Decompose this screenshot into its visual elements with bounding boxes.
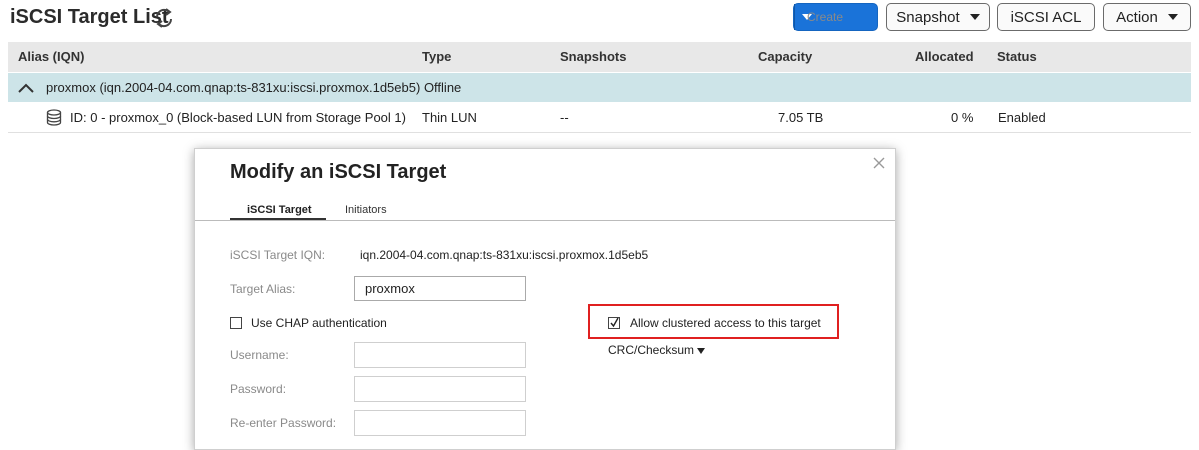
tab-iscsi-target[interactable]: iSCSI Target xyxy=(247,204,312,216)
snapshot-button-label: Snapshot xyxy=(896,8,960,26)
reenter-password-field[interactable] xyxy=(354,410,526,436)
cluster-label[interactable]: Allow clustered access to this target xyxy=(630,316,821,330)
check-icon xyxy=(610,317,619,328)
lun-alias: ID: 0 - proxmox_0 (Block-based LUN from … xyxy=(70,110,406,125)
create-button[interactable]: Create xyxy=(793,3,878,31)
chevron-up-icon[interactable] xyxy=(18,82,34,94)
column-header-type[interactable]: Type xyxy=(422,42,451,72)
tab-initiators[interactable]: Initiators xyxy=(345,204,387,216)
create-button-label: Create xyxy=(807,10,844,24)
reenter-password-label: Re-enter Password: xyxy=(230,416,337,430)
target-alias: proxmox (iqn.2004-04.com.qnap:ts-831xu:i… xyxy=(46,80,421,95)
chevron-down-icon xyxy=(697,347,706,354)
lun-capacity: 7.05 TB xyxy=(778,110,824,125)
password-label: Password: xyxy=(230,382,287,396)
lun-snapshots: -- xyxy=(560,110,569,125)
close-icon[interactable] xyxy=(871,155,887,171)
target-group-label: proxmox (iqn.2004-04.com.qnap:ts-831xu:i… xyxy=(46,73,461,102)
iscsi-acl-button-label: iSCSI ACL xyxy=(1010,8,1082,26)
chap-checkbox[interactable] xyxy=(230,317,242,329)
password-field[interactable] xyxy=(354,376,526,402)
lun-status: Enabled xyxy=(998,110,1046,125)
username-field[interactable] xyxy=(354,342,526,368)
refresh-icon[interactable] xyxy=(152,6,176,30)
table-row[interactable]: ID: 0 - proxmox_0 (Block-based LUN from … xyxy=(8,103,1191,133)
alias-label: Target Alias: xyxy=(230,282,296,296)
snapshot-button[interactable]: Snapshot xyxy=(886,3,990,31)
lun-allocated: 0 % xyxy=(951,110,974,125)
page-title: iSCSI Target List xyxy=(10,6,169,28)
alias-input[interactable] xyxy=(354,276,526,301)
crc-checksum-label: CRC/Checksum xyxy=(608,343,695,357)
chevron-down-icon xyxy=(969,14,980,20)
column-header-allocated[interactable]: Allocated xyxy=(915,42,974,72)
action-button[interactable]: Action xyxy=(1103,3,1191,31)
crc-checksum-toggle[interactable]: CRC/Checksum xyxy=(608,343,706,357)
target-group-row[interactable]: proxmox (iqn.2004-04.com.qnap:ts-831xu:i… xyxy=(8,73,1191,102)
chevron-down-icon xyxy=(1167,14,1178,20)
action-button-label: Action xyxy=(1116,8,1158,26)
modify-target-dialog: Modify an iSCSI Target iSCSI Target Init… xyxy=(194,148,896,450)
column-header-alias[interactable]: Alias (IQN) xyxy=(18,42,84,72)
column-header-snapshots[interactable]: Snapshots xyxy=(560,42,626,72)
table-header: Alias (IQN) Type Snapshots Capacity Allo… xyxy=(8,42,1191,72)
cluster-checkbox[interactable] xyxy=(608,317,620,329)
column-header-capacity[interactable]: Capacity xyxy=(758,42,812,72)
lun-type: Thin LUN xyxy=(422,110,477,125)
dialog-title: Modify an iSCSI Target xyxy=(230,161,447,183)
column-header-status[interactable]: Status xyxy=(997,42,1037,72)
username-label: Username: xyxy=(230,348,289,362)
chap-label[interactable]: Use CHAP authentication xyxy=(251,316,387,330)
iqn-value: iqn.2004-04.com.qnap:ts-831xu:iscsi.prox… xyxy=(360,248,649,262)
database-icon xyxy=(46,109,62,126)
target-status: Offline xyxy=(423,80,462,95)
iqn-label: iSCSI Target IQN: xyxy=(230,248,326,262)
tab-divider xyxy=(195,220,895,221)
iscsi-acl-button[interactable]: iSCSI ACL xyxy=(997,3,1095,31)
